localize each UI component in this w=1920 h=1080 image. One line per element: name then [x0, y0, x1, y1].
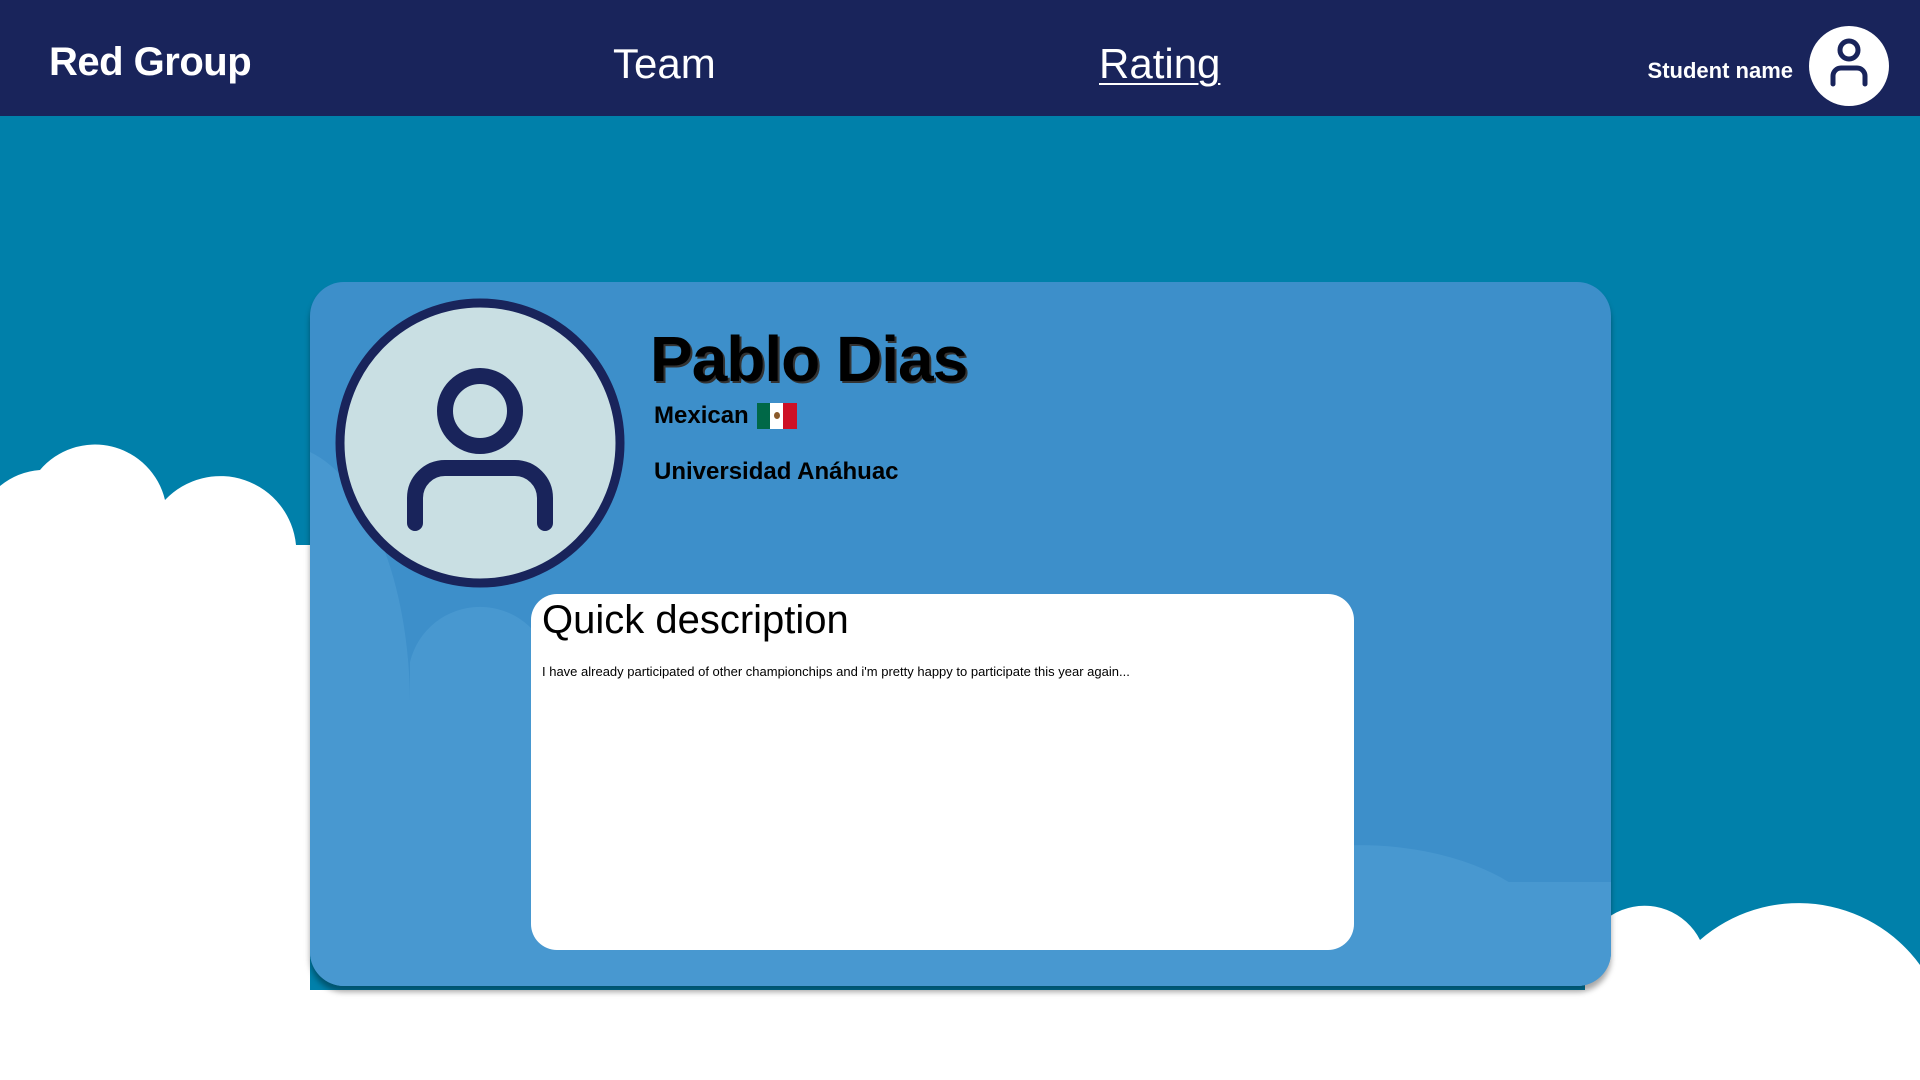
- description-title: Quick description: [542, 598, 849, 642]
- nav-team[interactable]: Team: [613, 40, 716, 88]
- university: Universidad Anáhuac: [654, 458, 899, 485]
- profile-avatar-icon: [335, 298, 625, 588]
- profile-name: Pablo Dias: [650, 323, 968, 395]
- nav-rating[interactable]: Rating: [1099, 40, 1220, 88]
- description-text: I have already participated of other cha…: [542, 664, 1130, 679]
- nationality-label: Mexican: [654, 402, 749, 429]
- mexico-flag-icon: [756, 403, 797, 429]
- profile-card: Pablo Dias Mexican Universidad Anáhuac Q…: [310, 282, 1611, 986]
- description-box: Quick description I have already partici…: [531, 594, 1354, 950]
- top-nav-bar: Red Group Team Rating Student name: [0, 0, 1920, 116]
- brand-logo[interactable]: Red Group: [49, 40, 252, 85]
- student-name[interactable]: Student name: [1648, 58, 1793, 84]
- nationality: Mexican: [654, 402, 797, 430]
- user-avatar-icon[interactable]: [1809, 26, 1889, 106]
